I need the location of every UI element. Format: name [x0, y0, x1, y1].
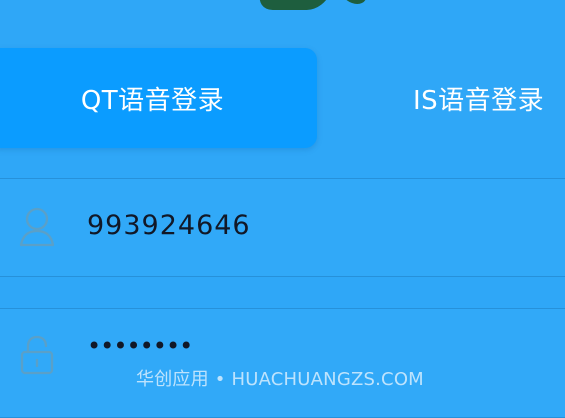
tab-is-voice-login[interactable]: IS语音登录	[395, 48, 565, 148]
login-method-tabs: QT语音登录 IS语音登录	[0, 48, 565, 148]
tab-qt-voice-login-label: QT语音登录	[80, 85, 225, 116]
password-input-value: ••••••••	[87, 332, 193, 360]
lock-icon	[17, 333, 57, 377]
tab-is-voice-login-label: IS语音登录	[413, 85, 545, 116]
tab-qt-voice-login[interactable]: QT语音登录	[0, 48, 317, 148]
account-field[interactable]: 993924646	[0, 178, 565, 277]
password-field[interactable]: ••••••••	[0, 308, 565, 418]
user-icon	[17, 206, 57, 250]
app-logo-fragment-right	[339, 0, 371, 4]
account-input-value: 993924646	[87, 210, 251, 241]
app-logo-fragment-left	[254, 0, 332, 10]
watermark-text: 华创应用 • HUACHUANGZS.COM	[136, 369, 424, 390]
